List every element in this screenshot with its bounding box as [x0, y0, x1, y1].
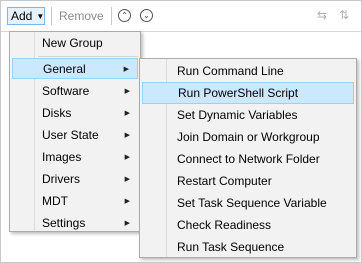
toolbar-divider: [51, 7, 52, 25]
remove-button[interactable]: Remove: [59, 9, 104, 23]
menu-item-label: New Group: [42, 35, 103, 50]
menu-item-user-state[interactable]: User State ▶: [12, 124, 138, 145]
menu-item-general[interactable]: General ▶: [12, 58, 138, 79]
menu-item-label: Disks: [42, 105, 72, 120]
menu-item-label: General: [43, 61, 86, 76]
ungroup-icon[interactable]: ⇅: [339, 8, 349, 22]
chevron-right-icon: ▶: [123, 65, 129, 73]
menu-item-label: User State: [42, 127, 99, 142]
add-button-label: Add: [11, 9, 33, 23]
submenu-item-run-task-sequence[interactable]: Run Task Sequence: [142, 236, 354, 258]
toolbar: Add ▼ Remove ⌃ ⌄ ⇆ ⇅: [1, 1, 361, 32]
menu-item-disks[interactable]: Disks ▶: [12, 102, 138, 123]
group-icon[interactable]: ⇆: [317, 8, 327, 22]
chevron-right-icon: ▶: [124, 87, 130, 95]
menu-divider: [38, 56, 138, 57]
menu-item-new-group[interactable]: New Group: [12, 32, 138, 53]
submenu-item-label: Check Readiness: [177, 218, 272, 232]
chevron-right-icon: ▶: [124, 131, 130, 139]
submenu-item-label: Restart Computer: [177, 174, 272, 188]
submenu-item-run-command-line[interactable]: Run Command Line: [142, 60, 354, 82]
general-submenu: Run Command Line Run PowerShell Script S…: [139, 58, 357, 258]
submenu-item-label: Set Task Sequence Variable: [177, 196, 327, 210]
submenu-item-label: Connect to Network Folder: [177, 152, 320, 166]
add-button[interactable]: Add ▼: [7, 7, 45, 25]
menu-item-settings[interactable]: Settings ▶: [12, 212, 138, 233]
task-sequence-editor: Add ▼ Remove ⌃ ⌄ ⇆ ⇅ New Group General ▶…: [0, 0, 362, 263]
submenu-item-join-domain[interactable]: Join Domain or Workgroup: [142, 126, 354, 148]
submenu-item-label: Set Dynamic Variables: [177, 108, 298, 122]
chevron-right-icon: ▶: [124, 219, 130, 227]
menu-item-images[interactable]: Images ▶: [12, 146, 138, 167]
toolbar-divider: [111, 7, 112, 25]
chevron-right-icon: ▶: [124, 175, 130, 183]
chevron-right-icon: ▶: [124, 197, 130, 205]
menu-item-label: MDT: [42, 193, 68, 208]
submenu-item-set-dynamic-variables[interactable]: Set Dynamic Variables: [142, 104, 354, 126]
add-menu: New Group General ▶ Software ▶ Disks ▶ U…: [9, 31, 141, 232]
submenu-item-check-readiness[interactable]: Check Readiness: [142, 214, 354, 236]
submenu-item-label: Join Domain or Workgroup: [177, 130, 320, 144]
menu-item-label: Images: [42, 149, 82, 164]
menu-item-label: Software: [42, 83, 90, 98]
submenu-item-label: Run Command Line: [177, 64, 284, 78]
move-down-icon[interactable]: ⌄: [140, 9, 153, 22]
submenu-item-set-ts-variable[interactable]: Set Task Sequence Variable: [142, 192, 354, 214]
menu-item-mdt[interactable]: MDT ▶: [12, 190, 138, 211]
submenu-item-run-powershell-script[interactable]: Run PowerShell Script: [142, 82, 354, 104]
submenu-item-connect-network-folder[interactable]: Connect to Network Folder: [142, 148, 354, 170]
menu-item-drivers[interactable]: Drivers ▶: [12, 168, 138, 189]
chevron-right-icon: ▶: [124, 153, 130, 161]
caret-down-icon: ▼: [36, 11, 45, 21]
menu-item-label: Drivers: [42, 171, 80, 186]
submenu-item-label: Run Task Sequence: [177, 240, 285, 254]
menu-item-label: Settings: [42, 215, 86, 230]
move-up-icon[interactable]: ⌃: [118, 9, 131, 22]
submenu-item-label: Run PowerShell Script: [178, 86, 299, 100]
submenu-item-restart-computer[interactable]: Restart Computer: [142, 170, 354, 192]
menu-item-software[interactable]: Software ▶: [12, 80, 138, 101]
chevron-right-icon: ▶: [124, 109, 130, 117]
